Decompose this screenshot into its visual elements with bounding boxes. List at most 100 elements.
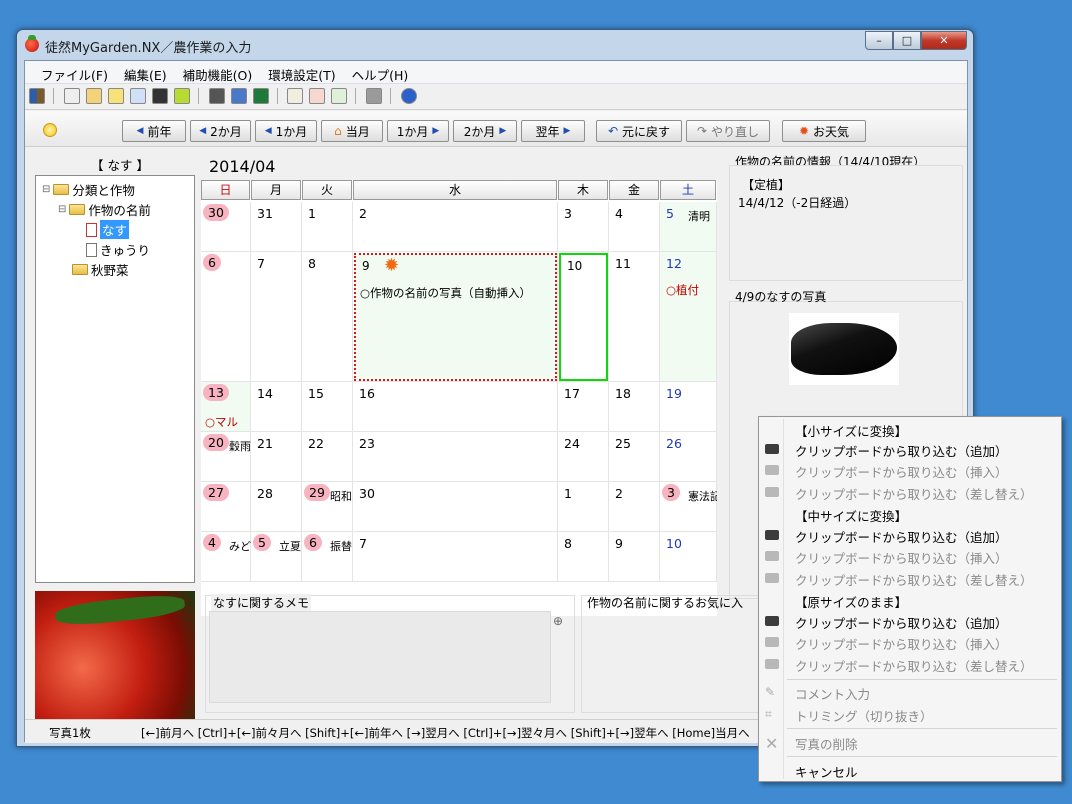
calendar-icon[interactable] — [85, 88, 102, 104]
calendar-day-cell[interactable]: 25 — [609, 432, 660, 482]
menu-delete[interactable]: 写真の削除 — [795, 734, 858, 753]
calendar-day-cell[interactable]: 7 — [251, 252, 302, 382]
menu-small-replace[interactable]: クリップボードから取り込む（差し替え） — [795, 484, 1033, 503]
next-year-button[interactable]: 翌年 ▶ — [521, 120, 585, 142]
zoom-icon[interactable]: ⊕ — [553, 614, 563, 628]
today-cell[interactable]: 10 — [559, 253, 608, 381]
next-1-month-button[interactable]: 1か月 ▶ — [387, 120, 449, 142]
menu-medium-add[interactable]: クリップボードから取り込む（追加） — [795, 527, 1008, 546]
this-month-button[interactable]: ⌂ 当月 — [321, 120, 383, 142]
tree-node-crop-name[interactable]: ⊟ 作物の名前 — [58, 200, 151, 219]
menu-comment[interactable]: コメント入力 — [795, 684, 870, 703]
calendar-day-cell[interactable]: 9 — [609, 532, 660, 582]
calendar-day-cell[interactable]: 22 — [302, 432, 353, 482]
prev-1-month-button[interactable]: ◀ 1か月 — [255, 120, 317, 142]
calendar-day-cell[interactable]: 16 — [353, 382, 558, 432]
exit-icon[interactable] — [29, 88, 45, 104]
network-icon[interactable] — [230, 88, 247, 104]
lightbulb-icon[interactable] — [43, 123, 57, 137]
maximize-button[interactable]: □ — [893, 31, 921, 50]
redo-button[interactable]: ↷ やり直し — [686, 120, 770, 142]
calendar-day-cell[interactable]: 5 立夏 — [251, 532, 302, 582]
prev-2-months-button[interactable]: ◀ 2か月 — [190, 120, 251, 142]
calendar-day-cell[interactable]: 5 清明 — [660, 202, 717, 252]
calendar-day-cell[interactable]: 3 — [558, 202, 609, 252]
calendar-day-cell[interactable]: 3 憲法記 — [660, 482, 717, 532]
calendar-day-cell[interactable]: 19 — [660, 382, 717, 432]
tree-node-eggplant[interactable]: なす — [86, 220, 130, 239]
menu-tools[interactable]: 補助機能(O) — [175, 61, 261, 84]
camera-icon[interactable] — [151, 88, 168, 104]
print-icon[interactable] — [309, 88, 326, 104]
calendar-day-cell[interactable]: 31 — [251, 202, 302, 252]
calendar-day-cell[interactable]: 4 みど — [201, 532, 251, 582]
collapse-icon[interactable]: ⊟ — [58, 204, 66, 215]
undo-button[interactable]: ↶ 元に戻す — [596, 120, 682, 142]
calendar-day-cell[interactable]: 18 — [609, 382, 660, 432]
calendar-day-cell[interactable]: 17 — [558, 382, 609, 432]
collapse-icon[interactable]: ⊟ — [42, 184, 50, 195]
menu-medium-replace[interactable]: クリップボードから取り込む（差し替え） — [795, 570, 1033, 589]
calendar-day-cell[interactable]: 30 — [201, 202, 251, 252]
menu-file[interactable]: ファイル(F) — [33, 61, 116, 84]
close-button[interactable]: ✕ — [921, 31, 967, 50]
calendar-day-cell[interactable]: 24 — [558, 432, 609, 482]
weather-button[interactable]: ✹ お天気 — [782, 120, 866, 142]
calendar-day-cell[interactable]: 26 — [660, 432, 717, 482]
calendar-day-cell[interactable]: 27 — [201, 482, 251, 532]
report-icon[interactable] — [287, 88, 304, 104]
hammer-icon[interactable] — [366, 88, 383, 104]
next-2-months-button[interactable]: 2か月 ▶ — [453, 120, 517, 142]
keyboard-icon[interactable] — [208, 88, 225, 104]
eggplant-photo[interactable] — [789, 313, 899, 385]
calendar-day-cell[interactable]: 2 — [609, 482, 660, 532]
menu-trim[interactable]: トリミング（切り抜き） — [795, 706, 933, 725]
tree-node-cucumber[interactable]: きゅうり — [86, 240, 150, 259]
calendar-day-cell[interactable]: 2 — [353, 202, 558, 252]
menu-original-add[interactable]: クリップボードから取り込む（追加） — [795, 613, 1008, 632]
prev-year-button[interactable]: ◀ 前年 — [122, 120, 186, 142]
calendar-day-cell[interactable]: 6 振替 — [302, 532, 353, 582]
menu-cancel[interactable]: キャンセル — [795, 762, 858, 781]
grid-icon[interactable] — [173, 88, 190, 104]
calendar-day-cell[interactable]: 12 — [660, 252, 717, 382]
calendar-day-cell[interactable]: 4 — [609, 202, 660, 252]
calendar-day-cell[interactable]: 1 — [302, 202, 353, 252]
calendar-day-cell[interactable]: 10 — [660, 532, 717, 582]
calendar-day-cell[interactable]: 6 — [201, 252, 251, 382]
menu-original-replace[interactable]: クリップボードから取り込む（差し替え） — [795, 656, 1033, 675]
calendar-day-cell[interactable]: 21 — [251, 432, 302, 482]
calendar-day-cell[interactable]: 7 — [353, 532, 558, 582]
menu-edit[interactable]: 編集(E) — [116, 61, 175, 84]
maru-event[interactable]: ○マル — [205, 414, 238, 430]
calendar-day-cell[interactable]: 20 穀雨 — [201, 432, 251, 482]
menu-original-insert[interactable]: クリップボードから取り込む（挿入） — [795, 634, 1008, 653]
planting-event[interactable]: ○植付 — [666, 282, 699, 298]
calendar-day-cell[interactable]: 28 — [251, 482, 302, 532]
menu-settings[interactable]: 環境設定(T) — [260, 61, 343, 84]
help-icon[interactable] — [401, 88, 418, 104]
title-bar[interactable]: 徒然MyGarden.NX／農作業の入力 – □ ✕ — [17, 30, 973, 60]
list-icon[interactable] — [63, 88, 80, 104]
memo-textarea[interactable] — [209, 611, 551, 703]
notes-icon[interactable] — [129, 88, 146, 104]
menu-medium-insert[interactable]: クリップボードから取り込む（挿入） — [795, 548, 1008, 567]
menu-help[interactable]: ヘルプ(H) — [344, 61, 417, 84]
menu-small-add[interactable]: クリップボードから取り込む（追加） — [795, 441, 1008, 460]
calendar-day-cell[interactable]: 8 — [302, 252, 353, 382]
tree-node-root[interactable]: ⊟ 分類と作物 — [42, 180, 135, 199]
menu-small-insert[interactable]: クリップボードから取り込む（挿入） — [795, 462, 1008, 481]
minimize-button[interactable]: – — [865, 31, 893, 50]
document-icon[interactable] — [331, 88, 348, 104]
table-icon[interactable] — [107, 88, 124, 104]
calendar-day-cell[interactable]: 11 — [609, 252, 660, 382]
calendar-day-cell[interactable]: 1 — [558, 482, 609, 532]
tree-node-autumn[interactable]: 秋野菜 — [72, 260, 129, 279]
photo-event-cell[interactable]: 9 ✹ ○作物の名前の写真（自動挿入） — [354, 253, 557, 381]
calendar-day-cell[interactable]: 23 — [353, 432, 558, 482]
calendar-day-cell[interactable]: 29 昭和 — [302, 482, 353, 532]
calendar-day-cell[interactable]: 30 — [353, 482, 558, 532]
calendar-day-cell[interactable]: 14 — [251, 382, 302, 432]
calendar-day-cell[interactable]: 15 — [302, 382, 353, 432]
excel-icon[interactable] — [252, 88, 269, 104]
